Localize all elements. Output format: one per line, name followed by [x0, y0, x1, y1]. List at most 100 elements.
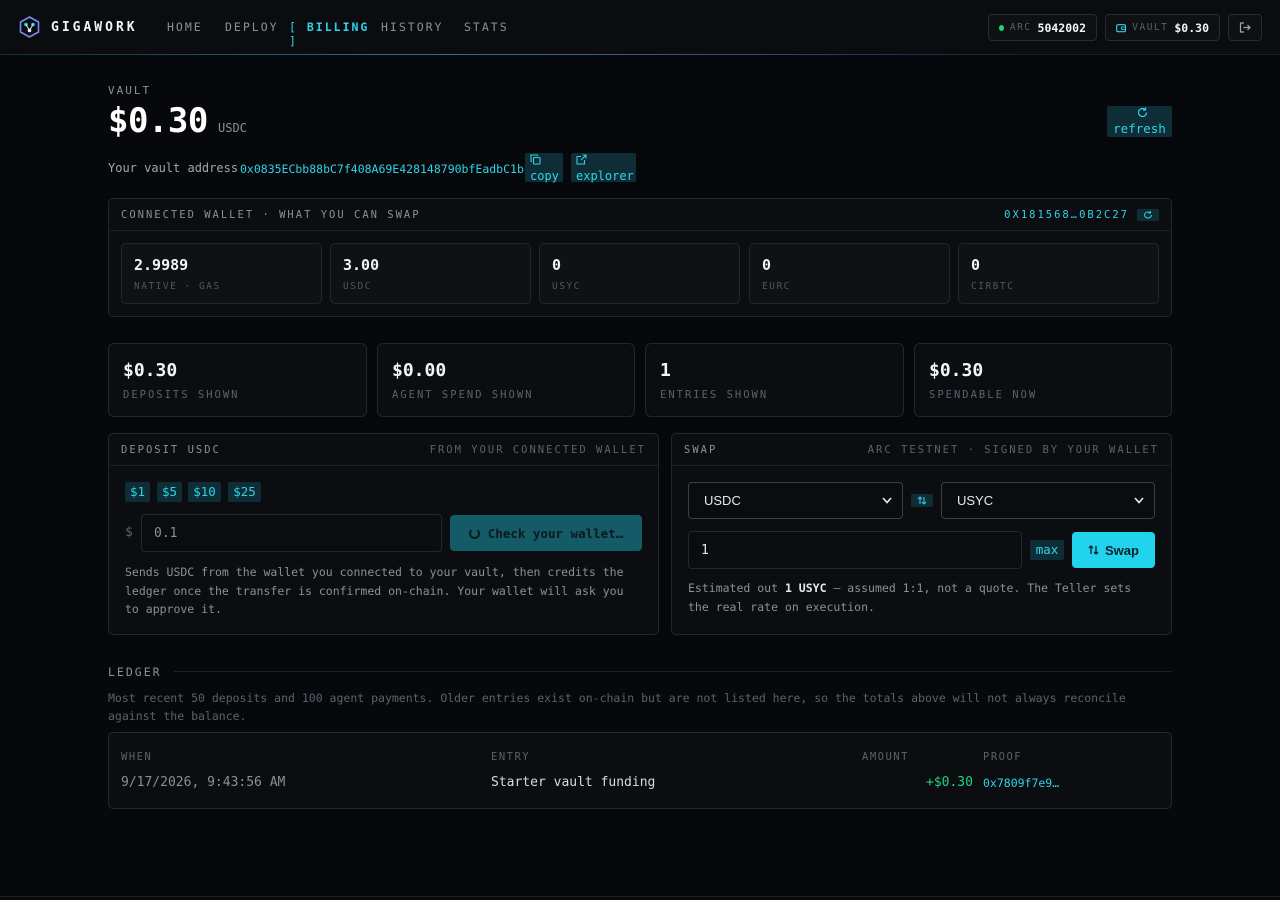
- balance-label: USDC: [343, 281, 372, 292]
- wallet-refresh-button[interactable]: [1137, 208, 1159, 221]
- deposit-title: DEPOSIT USDC: [121, 443, 221, 456]
- swap-estimate-note: Estimated out 1 USYC — assumed 1:1, not …: [688, 579, 1158, 616]
- ledger-cell-proof-link[interactable]: 0x7809f7e9…: [983, 776, 1059, 790]
- nav-deploy[interactable]: DEPLOY: [225, 20, 289, 48]
- swap-arrows-icon: [917, 496, 927, 505]
- wallet-address-group: 0X181568…0B2C27: [1004, 208, 1159, 221]
- copy-icon: [530, 153, 558, 167]
- wallet-address[interactable]: 0X181568…0B2C27: [1004, 209, 1129, 221]
- currency-symbol: $: [125, 525, 133, 540]
- stat-label: ENTRIES SHOWN: [660, 389, 769, 401]
- swap-to-select[interactable]: USYC: [941, 482, 1155, 519]
- vault-pill-label: VAULT: [1132, 22, 1169, 33]
- logout-button[interactable]: [1228, 14, 1262, 41]
- swap-subtitle: ARC TESTNET · SIGNED BY YOUR WALLET: [867, 443, 1159, 456]
- copy-address-button[interactable]: copy: [525, 153, 563, 182]
- nav-home[interactable]: HOME: [167, 20, 225, 48]
- max-button[interactable]: max: [1030, 540, 1064, 560]
- app-name: GIGAWORK: [51, 19, 138, 35]
- status-dot-icon: [999, 24, 1004, 31]
- stat-label: AGENT SPEND SHOWN: [392, 389, 534, 401]
- deposit-amount-input[interactable]: [141, 514, 442, 552]
- balance-value: 0: [552, 256, 562, 274]
- balance-label: USYC: [552, 281, 581, 292]
- refresh-icon: [1144, 210, 1152, 218]
- nav-stats[interactable]: STATS: [464, 20, 509, 48]
- vault-amount: $0.30: [108, 101, 208, 141]
- balance-card-cirbtc: 0 CIRBTC: [958, 243, 1159, 304]
- stat-entries-shown: 1 ENTRIES SHOWN: [645, 343, 904, 417]
- nav-billing[interactable]: [ BILLING ]: [289, 20, 381, 48]
- spinner-icon: [468, 527, 480, 539]
- ledger-note: Most recent 50 deposits and 100 agent pa…: [108, 691, 1126, 723]
- logo[interactable]: GIGAWORK: [19, 16, 138, 38]
- arc-value: 5042002: [1037, 20, 1086, 35]
- chevron-down-icon: [882, 497, 892, 504]
- swap-button[interactable]: Swap: [1072, 532, 1155, 568]
- balance-value: 3.00: [343, 256, 380, 274]
- swap-note-prefix: Estimated out: [688, 581, 779, 595]
- stat-spendable-now: $0.30 SPENDABLE NOW: [914, 343, 1172, 417]
- swap-amount-input[interactable]: [688, 531, 1022, 569]
- arc-network-pill: ARC 5042002: [988, 14, 1097, 41]
- preset-1-button[interactable]: $1: [125, 482, 150, 502]
- swap-from-token: USDC: [704, 493, 741, 508]
- vault-pill-value: $0.30: [1174, 20, 1209, 35]
- balance-card-usdc: 3.00 USDC: [330, 243, 531, 304]
- nav-bracket-open: [: [289, 20, 298, 34]
- balance-value: 2.9989: [134, 256, 189, 274]
- vault-unit: USDC: [218, 121, 247, 135]
- swap-title: SWAP: [684, 443, 718, 456]
- chevron-down-icon: [1134, 497, 1144, 504]
- stat-value: 1: [660, 360, 671, 381]
- balance-label: CIRBTC: [971, 281, 1015, 292]
- refresh-button[interactable]: refresh: [1107, 106, 1172, 137]
- deposit-subtitle: FROM YOUR CONNECTED WALLET: [429, 443, 646, 456]
- vault-section-label: VAULT: [108, 84, 152, 97]
- column-header-when: WHEN: [121, 751, 153, 763]
- logout-icon: [1239, 22, 1251, 33]
- ledger-title: LEDGER: [108, 665, 162, 679]
- vault-address[interactable]: 0x0835ECbb88bC7f408A69E428148790bfEadbC1…: [240, 162, 531, 176]
- ledger-table: [108, 732, 1172, 809]
- vault-balance-pill[interactable]: VAULT $0.30: [1105, 14, 1220, 41]
- ledger-cell-entry: Starter vault funding: [491, 775, 656, 790]
- balance-label: EURC: [762, 281, 791, 292]
- swap-direction-button[interactable]: [911, 494, 933, 507]
- balance-label: NATIVE · GAS: [134, 281, 221, 292]
- wallet-panel-header: CONNECTED WALLET · WHAT YOU CAN SWAP 0X1…: [109, 199, 1171, 231]
- nav-history[interactable]: HISTORY: [381, 20, 464, 48]
- explorer-link-button[interactable]: explorer: [571, 153, 636, 182]
- connected-wallet-panel: CONNECTED WALLET · WHAT YOU CAN SWAP 0X1…: [108, 198, 1172, 317]
- stat-agent-spend-shown: $0.00 AGENT SPEND SHOWN: [377, 343, 635, 417]
- balance-value: 0: [971, 256, 981, 274]
- deposit-note: Sends USDC from the wallet you connected…: [125, 565, 624, 616]
- vault-address-label: Your vault address: [108, 161, 239, 175]
- gigawork-logo-icon: [19, 16, 40, 38]
- ledger-divider: [174, 671, 1172, 672]
- stat-label: SPENDABLE NOW: [929, 389, 1038, 401]
- balance-value: 0: [762, 256, 772, 274]
- balance-card-usyc: 0 USYC: [539, 243, 740, 304]
- nav-billing-label: BILLING: [306, 20, 370, 34]
- footer-divider: [0, 896, 1280, 897]
- column-header-proof: PROOF: [983, 751, 1023, 763]
- swap-arrows-icon: [1088, 545, 1099, 555]
- stat-value: $0.00: [392, 360, 447, 381]
- preset-5-button[interactable]: $5: [157, 482, 182, 502]
- swap-from-select[interactable]: USDC: [688, 482, 903, 519]
- swap-button-label: Swap: [1105, 542, 1139, 558]
- column-header-entry: ENTRY: [491, 751, 531, 763]
- explorer-label: explorer: [576, 169, 634, 183]
- main-nav: HOME DEPLOY [ BILLING ] HISTORY STATS: [167, 20, 509, 48]
- preset-25-button[interactable]: $25: [228, 482, 261, 502]
- stat-label: DEPOSITS SHOWN: [123, 389, 240, 401]
- stat-value: $0.30: [929, 360, 984, 381]
- external-link-icon: [576, 153, 631, 167]
- column-header-amount: AMOUNT: [862, 751, 909, 763]
- top-bar: GIGAWORK HOME DEPLOY [ BILLING ] HISTORY…: [0, 0, 1280, 55]
- nav-bracket-close: ]: [289, 34, 298, 48]
- check-wallet-button[interactable]: Check your wallet…: [450, 515, 642, 551]
- balance-card-native: 2.9989 NATIVE · GAS: [121, 243, 322, 304]
- preset-10-button[interactable]: $10: [188, 482, 221, 502]
